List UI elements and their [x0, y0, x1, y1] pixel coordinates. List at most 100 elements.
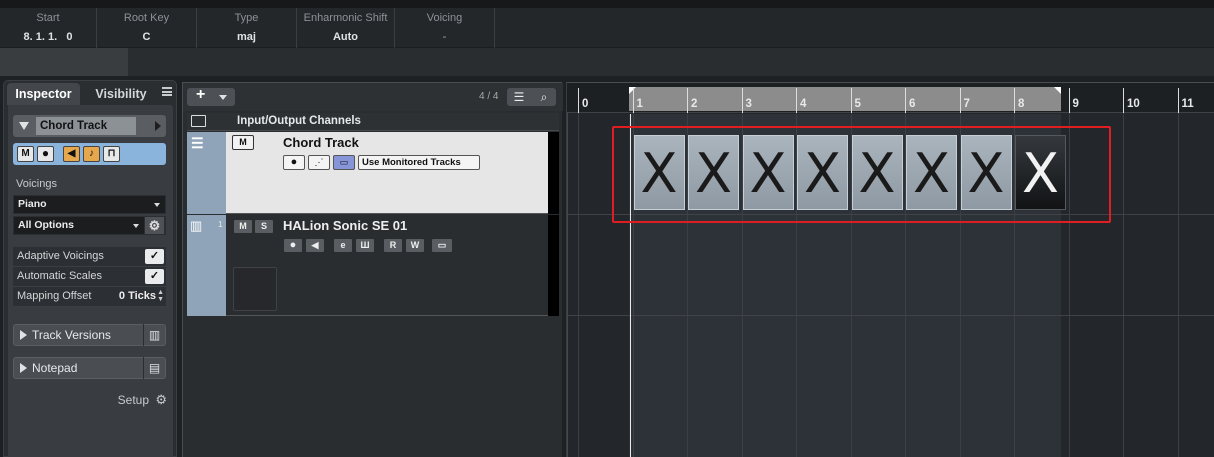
ruler-tick: [1068, 88, 1070, 113]
inspector-track-name: Chord Track: [36, 117, 136, 135]
expand-triangle-icon[interactable]: [20, 330, 27, 340]
track-separator: [567, 315, 1214, 316]
ruler[interactable]: [567, 83, 1214, 113]
folder-track-row[interactable]: Input/Output Channels: [187, 113, 559, 131]
notepad-section[interactable]: Notepad ▤: [13, 357, 166, 379]
ruler-bar-number: 11: [1181, 98, 1194, 110]
ruler-tick: [850, 88, 852, 113]
track-level-meter: [548, 215, 559, 316]
info-line: Start 8. 1. 1. 0 Root Key C Type maj Enh…: [0, 8, 1214, 48]
track-versions-icon[interactable]: ▥: [143, 324, 165, 346]
instrument-track-row[interactable]: ▥ 1 M S HALion Sonic SE 01 ● ◀ e Ш R W ▭: [187, 215, 559, 316]
automatic-scales-label: Automatic Scales: [17, 270, 102, 282]
info-voicing[interactable]: Voicing -: [395, 8, 495, 48]
project-window[interactable]: 0 1 2 3 4 5 6 7 8 9 10 11 XXXXXXXX: [566, 82, 1214, 457]
acoustic-feedback-note-icon[interactable]: ♪: [83, 146, 100, 162]
voicing-options-dropdown[interactable]: All Options ⚙: [13, 216, 166, 235]
ruler-bar-number: 8: [1018, 98, 1025, 110]
next-track-arrow-icon[interactable]: [155, 121, 161, 131]
instrument-track-mute-button[interactable]: M: [233, 219, 253, 234]
info-enharmonic-value[interactable]: Auto: [297, 31, 394, 43]
expand-triangle-icon[interactable]: [20, 363, 27, 373]
inspector-panel: Inspector Visibility Chord Track M ● ◀ ♪…: [3, 80, 177, 457]
inspector-body: Chord Track M ● ◀ ♪ ⊓ Voicings Piano All…: [8, 105, 173, 457]
ruler-tick: [578, 88, 579, 113]
track-list: + 4 / 4 ☰ ⌕ Input/Output Channels ☰ M Ch…: [182, 82, 563, 457]
lock-icon[interactable]: ⊓: [103, 146, 120, 162]
ruler-bar-number: 2: [691, 98, 698, 110]
ruler-bar-number: 0: [582, 98, 589, 110]
chord-track-record-button[interactable]: ●: [283, 155, 305, 170]
track-count: 4 / 4: [479, 91, 499, 102]
mute-button[interactable]: M: [17, 146, 34, 162]
option-adaptive-voicings: Adaptive Voicings ✓: [13, 247, 166, 267]
info-type-value[interactable]: maj: [197, 31, 296, 43]
info-root-key[interactable]: Root Key C: [97, 8, 197, 48]
voicing-settings-gear-icon[interactable]: ⚙: [144, 216, 165, 235]
write-automation-button[interactable]: W: [405, 238, 425, 253]
info-root-key-value[interactable]: C: [97, 31, 196, 43]
record-button[interactable]: ●: [37, 146, 54, 162]
ruler-bar-number: 5: [854, 98, 861, 110]
info-type-label: Type: [234, 12, 259, 24]
info-voicing-value[interactable]: -: [395, 31, 494, 43]
track-color-strip: ▥: [187, 215, 226, 316]
notepad-icon[interactable]: ▤: [143, 357, 165, 379]
automatic-scales-checkbox[interactable]: ✓: [145, 269, 164, 284]
chord-track-row[interactable]: ☰ M Chord Track ● ⋰ ▭ Use Monitored Trac…: [187, 132, 559, 214]
status-segment: [0, 48, 128, 76]
edit-instrument-icon[interactable]: e: [333, 238, 353, 253]
auditioning-speaker-icon[interactable]: ◀: [63, 146, 80, 162]
search-icon[interactable]: ⌕: [532, 88, 556, 106]
track-color-strip: ☰: [187, 132, 226, 214]
info-enharmonic-label: Enharmonic Shift: [303, 12, 388, 24]
adaptive-voicings-checkbox[interactable]: ✓: [145, 249, 164, 264]
chord-assistant-icon[interactable]: ⋰: [308, 155, 330, 170]
track-meter-icon[interactable]: ▭: [431, 238, 453, 253]
chord-track-icon: ☰: [191, 135, 204, 151]
chord-track-name: Chord Track: [283, 135, 359, 150]
chord-track-voicing-icon[interactable]: ▭: [333, 155, 355, 170]
bar-grid-line: [1123, 113, 1124, 457]
monitor-speaker-icon[interactable]: ◀: [305, 238, 325, 253]
chord-track-mute-button[interactable]: M: [232, 135, 254, 150]
folder-track-name: Input/Output Channels: [237, 115, 361, 127]
tab-visibility[interactable]: Visibility: [84, 83, 158, 105]
ruler-tick: [959, 88, 961, 113]
tab-inspector[interactable]: Inspector: [7, 83, 80, 105]
collapse-triangle-icon[interactable]: [19, 122, 29, 130]
info-start-value[interactable]: 8. 1. 1. 0: [0, 31, 96, 43]
mapping-offset-label: Mapping Offset: [17, 290, 92, 302]
chord-track-section-header[interactable]: Chord Track: [13, 115, 166, 137]
voicings-label: Voicings: [16, 178, 57, 190]
track-controls-row: M ● ◀ ♪ ⊓: [13, 143, 166, 165]
ruler-tick: [741, 88, 743, 113]
right-locator-flag-icon[interactable]: [1054, 87, 1061, 94]
info-start[interactable]: Start 8. 1. 1. 0: [0, 8, 97, 48]
read-automation-button[interactable]: R: [383, 238, 403, 253]
status-bar: [0, 48, 1214, 76]
hamburger-menu-icon[interactable]: [162, 87, 172, 96]
track-versions-section[interactable]: Track Versions ▥: [13, 324, 166, 346]
ruler-tick: [1014, 88, 1015, 113]
instrument-track-solo-button[interactable]: S: [254, 219, 274, 234]
ruler-tick: [1177, 88, 1179, 113]
instrument-keys-icon[interactable]: Ш: [355, 238, 375, 253]
use-monitored-tracks-button[interactable]: Use Monitored Tracks: [358, 155, 480, 170]
notepad-label: Notepad: [32, 361, 78, 375]
setup-button[interactable]: Setup ⚙: [118, 392, 167, 408]
info-start-label: Start: [36, 12, 60, 24]
stepper-arrows-icon[interactable]: ▲ ▼: [157, 289, 164, 303]
ruler-bar-number: 3: [745, 98, 752, 110]
instrument-track-number: 1: [218, 220, 223, 229]
voicing-preset-dropdown[interactable]: Piano: [13, 195, 166, 214]
track-list-tools: ☰ ⌕: [507, 88, 556, 106]
track-list-menu-icon[interactable]: ☰: [507, 88, 531, 106]
mapping-offset-value[interactable]: 0 Ticks: [119, 287, 156, 306]
info-type[interactable]: Type maj: [197, 8, 297, 48]
add-track-button[interactable]: +: [187, 86, 235, 106]
info-enharmonic-shift[interactable]: Enharmonic Shift Auto: [297, 8, 395, 48]
chevron-down-icon: [133, 224, 139, 228]
plus-icon: +: [196, 86, 206, 103]
record-button[interactable]: ●: [283, 238, 303, 253]
